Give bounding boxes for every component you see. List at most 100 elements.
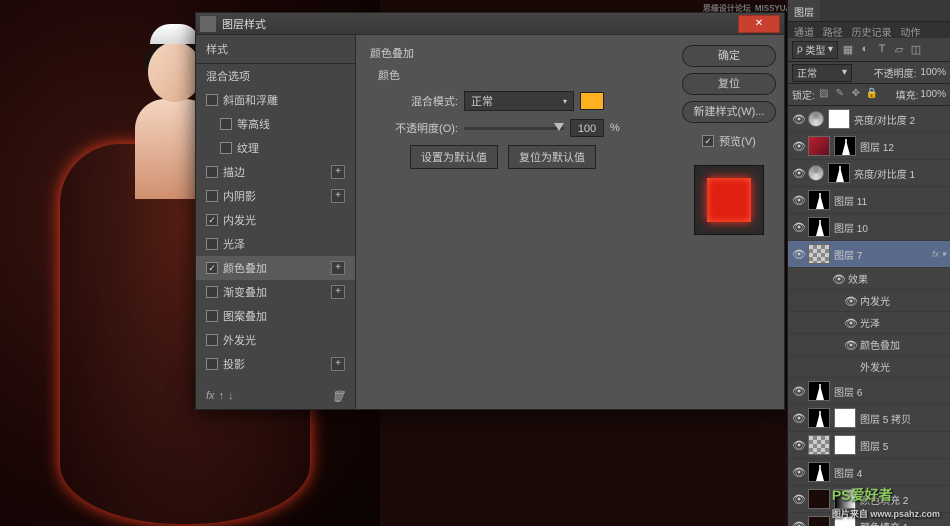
lock-position-icon[interactable]: ✥ — [849, 88, 863, 102]
filter-smart-icon[interactable]: ◫ — [909, 43, 923, 57]
visibility-eye-icon[interactable]: 👁 — [832, 273, 844, 285]
visibility-eye-icon[interactable]: 👁 — [792, 194, 804, 206]
layer-row[interactable]: 👁 亮度/对比度 2 — [788, 106, 950, 133]
opacity-slider[interactable] — [464, 127, 564, 130]
visibility-eye-icon[interactable] — [844, 361, 856, 373]
reset-default-button[interactable]: 复位为默认值 — [508, 145, 596, 169]
style-row[interactable]: 描边+ — [196, 160, 355, 184]
layer-name[interactable]: 图层 5 — [860, 438, 946, 453]
style-row[interactable]: 内发光 — [196, 208, 355, 232]
style-checkbox[interactable] — [206, 214, 218, 226]
style-checkbox[interactable] — [220, 142, 232, 154]
layer-name[interactable]: 图层 7 — [834, 247, 928, 262]
effects-header-row[interactable]: 👁效果 — [788, 268, 950, 290]
layer-thumbnail[interactable] — [808, 381, 830, 401]
layer-mask-thumbnail[interactable] — [834, 408, 856, 428]
lock-transparent-icon[interactable]: ▨ — [817, 88, 831, 102]
effect-row[interactable]: 👁内发光 — [788, 290, 950, 312]
style-row[interactable]: 颜色叠加+ — [196, 256, 355, 280]
fx-badge[interactable]: fx ▾ — [932, 249, 946, 260]
layer-name[interactable]: 亮度/对比度 2 — [854, 112, 946, 127]
filter-adjust-icon[interactable]: ◐ — [858, 43, 872, 57]
layer-thumbnail[interactable] — [808, 516, 830, 526]
preview-checkbox[interactable] — [702, 135, 714, 147]
visibility-eye-icon[interactable]: 👁 — [844, 317, 856, 329]
blend-mode-dropdown[interactable]: 正常 ▾ — [464, 91, 574, 111]
layer-name[interactable]: 图层 10 — [834, 220, 946, 235]
layer-name[interactable]: 亮度/对比度 1 — [854, 166, 946, 181]
style-checkbox[interactable] — [206, 334, 218, 346]
filter-shape-icon[interactable]: ▱ — [892, 43, 906, 57]
visibility-eye-icon[interactable]: 👁 — [792, 412, 804, 424]
set-default-button[interactable]: 设置为默认值 — [410, 145, 498, 169]
layer-mask-thumbnail[interactable] — [828, 163, 850, 183]
lock-all-icon[interactable]: 🔒 — [865, 88, 879, 102]
layer-thumbnail[interactable] — [808, 489, 830, 509]
slider-thumb-icon[interactable] — [554, 123, 564, 131]
visibility-eye-icon[interactable]: 👁 — [792, 113, 804, 125]
fill-value[interactable]: 100% — [920, 89, 946, 100]
layer-thumbnail[interactable] — [808, 435, 830, 455]
fx-menu-icon[interactable]: fx — [206, 390, 215, 403]
layer-blend-dropdown[interactable]: 正常▾ — [792, 64, 852, 82]
style-row[interactable]: 等高线 — [196, 112, 355, 136]
layer-name[interactable]: 图层 5 拷贝 — [860, 411, 946, 426]
filter-kind-dropdown[interactable]: ρ类型▾ — [792, 41, 838, 59]
preview-checkbox-row[interactable]: 预览(V) — [702, 133, 756, 149]
visibility-eye-icon[interactable]: 👁 — [792, 466, 804, 478]
add-style-icon[interactable]: + — [331, 165, 345, 179]
layer-row[interactable]: 👁 图层 5 — [788, 432, 950, 459]
move-down-icon[interactable]: ↓ — [228, 390, 234, 403]
tab-layers[interactable]: 图层 — [788, 0, 820, 21]
panel-opacity-value[interactable]: 100% — [920, 67, 946, 78]
style-checkbox[interactable] — [206, 286, 218, 298]
style-checkbox[interactable] — [206, 190, 218, 202]
visibility-eye-icon[interactable]: 👁 — [792, 167, 804, 179]
layer-thumbnail[interactable] — [808, 462, 830, 482]
layer-row[interactable]: 👁 图层 11 — [788, 187, 950, 214]
layer-row[interactable]: 👁 图层 12 — [788, 133, 950, 160]
style-row[interactable]: 斜面和浮雕 — [196, 88, 355, 112]
visibility-eye-icon[interactable]: 👁 — [792, 248, 804, 260]
visibility-eye-icon[interactable]: 👁 — [792, 439, 804, 451]
layer-name[interactable]: 图层 12 — [860, 139, 946, 154]
trash-icon[interactable]: 🗑 — [331, 390, 345, 403]
style-checkbox[interactable] — [206, 238, 218, 250]
style-checkbox[interactable] — [206, 262, 218, 274]
layer-thumbnail[interactable] — [808, 136, 830, 156]
add-style-icon[interactable]: + — [331, 357, 345, 371]
style-row[interactable]: 图案叠加 — [196, 304, 355, 328]
layer-row[interactable]: 👁图层 10 — [788, 214, 950, 241]
layer-thumbnail[interactable] — [808, 190, 830, 210]
style-row[interactable]: 纹理 — [196, 136, 355, 160]
visibility-eye-icon[interactable]: 👁 — [792, 493, 804, 505]
layer-name[interactable]: 图层 11 — [834, 193, 946, 208]
add-style-icon[interactable]: + — [331, 285, 345, 299]
layer-row[interactable]: 👁 图层 5 拷贝 — [788, 405, 950, 432]
style-checkbox[interactable] — [206, 358, 218, 370]
new-style-button[interactable]: 新建样式(W)... — [682, 101, 776, 123]
visibility-eye-icon[interactable]: 👁 — [844, 339, 856, 351]
style-row[interactable]: 外发光 — [196, 328, 355, 352]
layer-thumbnail[interactable] — [808, 217, 830, 237]
style-checkbox[interactable] — [206, 310, 218, 322]
visibility-eye-icon[interactable]: 👁 — [792, 520, 804, 526]
layer-row[interactable]: 👁 图层 7 fx ▾ — [788, 241, 950, 268]
style-checkbox[interactable] — [206, 94, 218, 106]
overlay-color-swatch[interactable] — [580, 92, 604, 110]
filter-text-icon[interactable]: T — [875, 43, 889, 57]
layer-thumbnail[interactable] — [808, 244, 830, 264]
add-style-icon[interactable]: + — [331, 261, 345, 275]
layer-mask-thumbnail[interactable] — [834, 136, 856, 156]
filter-pixel-icon[interactable]: ▦ — [841, 43, 855, 57]
move-up-icon[interactable]: ↑ — [219, 390, 225, 403]
visibility-eye-icon[interactable]: 👁 — [792, 140, 804, 152]
reset-button[interactable]: 复位 — [682, 73, 776, 95]
layer-mask-thumbnail[interactable] — [828, 109, 850, 129]
style-checkbox[interactable] — [206, 166, 218, 178]
style-row[interactable]: 光泽 — [196, 232, 355, 256]
style-row[interactable]: 渐变叠加+ — [196, 280, 355, 304]
layer-row[interactable]: 👁图层 4 — [788, 459, 950, 486]
visibility-eye-icon[interactable]: 👁 — [844, 295, 856, 307]
layer-mask-thumbnail[interactable] — [834, 435, 856, 455]
